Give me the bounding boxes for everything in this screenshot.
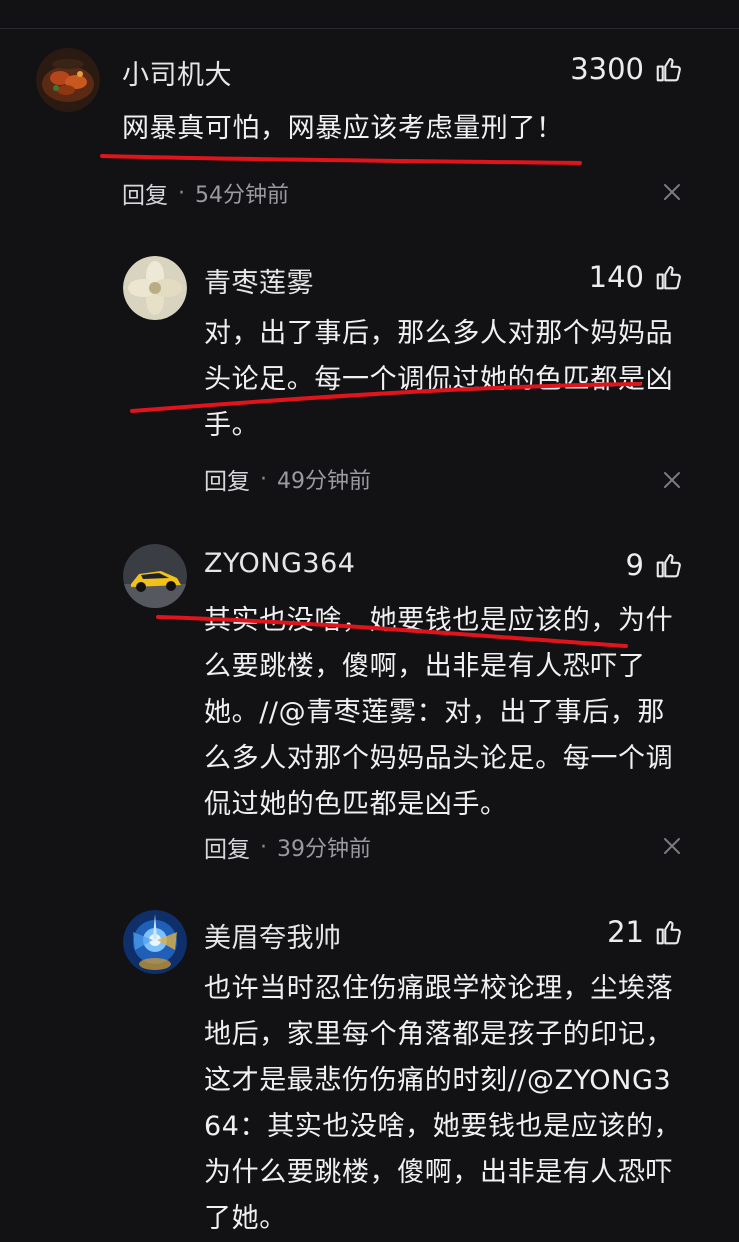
like-button[interactable]: 21 xyxy=(607,915,684,949)
close-button[interactable] xyxy=(661,181,683,203)
timestamp: 49分钟前 xyxy=(277,469,371,494)
comment-text: 其实也没啥，她要钱也是应该的，为什 么要跳楼，傻啊，出非是有人恐吓了 她。//@… xyxy=(204,598,673,828)
avatar-light[interactable] xyxy=(123,910,187,974)
reply-button[interactable]: 回复 xyxy=(122,176,168,210)
close-icon xyxy=(664,838,680,854)
like-count: 9 xyxy=(625,548,644,582)
reply-button[interactable]: 回复 xyxy=(204,830,250,864)
like-button[interactable]: 9 xyxy=(626,548,684,582)
comment-line: 这才是最悲伤伤痛的时刻//@ZYONG3 xyxy=(204,1065,672,1096)
flower-avatar-image xyxy=(123,256,187,320)
thumbs-up-icon xyxy=(656,57,681,82)
username[interactable]: 青枣莲雾 xyxy=(204,261,314,300)
comment-meta: 回复 · 54分钟前 xyxy=(122,176,289,210)
food-avatar-image xyxy=(36,48,100,112)
comment-line: 64：其实也没啥，她要钱也是应该的， xyxy=(204,1111,682,1142)
avatar-car[interactable] xyxy=(123,544,187,608)
light-avatar-image xyxy=(123,910,187,974)
close-icon xyxy=(664,472,680,488)
reply-button[interactable]: 回复 xyxy=(204,462,250,496)
comment-line: 对，出了事后，那么多人对那个妈妈品 xyxy=(204,318,674,349)
separator-dot: · xyxy=(260,466,267,492)
comment-line: 也许当时忍住伤痛跟学校论理，尘埃落 xyxy=(204,973,674,1004)
avatar-food[interactable] xyxy=(36,48,100,112)
username[interactable]: ZYONG364 xyxy=(204,548,355,579)
comment-line: 侃过她的色匹都是凶手。 xyxy=(204,789,508,820)
comment-line: 网暴真可怕，网暴应该考虑量刑了！ xyxy=(122,113,564,144)
timestamp: 54分钟前 xyxy=(195,183,289,208)
top-divider xyxy=(0,28,739,29)
comment-line: 么要跳楼，傻啊，出非是有人恐吓了 xyxy=(204,651,646,682)
comment-line: 为什么要跳楼，傻啊，出非是有人恐吓 xyxy=(204,1157,674,1188)
like-button[interactable]: 140 xyxy=(589,260,684,294)
comment-text: 对，出了事后，那么多人对那个妈妈品 头论足。每一个调侃过她的色匹都是凶 手。 xyxy=(204,311,673,449)
like-count: 3300 xyxy=(570,52,644,86)
close-button[interactable] xyxy=(661,469,683,491)
comment-line: 地后，家里每个角落都是孩子的印记， xyxy=(204,1019,674,1050)
timestamp: 39分钟前 xyxy=(277,837,371,862)
comment-line: 了她。 xyxy=(204,1203,287,1234)
like-count: 21 xyxy=(607,915,644,949)
underline-1 xyxy=(100,154,582,165)
username[interactable]: 美眉夸我帅 xyxy=(204,916,342,955)
comment-text: 网暴真可怕，网暴应该考虑量刑了！ xyxy=(122,106,564,152)
separator-dot: · xyxy=(178,180,185,206)
comment-line: 手。 xyxy=(204,410,260,441)
username[interactable]: 小司机大 xyxy=(122,53,232,92)
comment-meta: 回复 · 39分钟前 xyxy=(204,830,371,864)
avatar-flower[interactable] xyxy=(123,256,187,320)
separator-dot: · xyxy=(260,834,267,860)
thumbs-up-icon xyxy=(656,920,681,945)
comment-line: 头论足。每一个调侃过她的色匹都是凶 xyxy=(204,364,674,395)
comment-line: 其实也没啥，她要钱也是应该的，为什 xyxy=(204,605,674,636)
like-count: 140 xyxy=(588,260,644,294)
comment-line: 她。//@青枣莲雾：对，出了事后，那 xyxy=(204,697,665,728)
like-button[interactable]: 3300 xyxy=(570,52,684,86)
comment-meta: 回复 · 49分钟前 xyxy=(204,462,371,496)
close-icon xyxy=(664,184,680,200)
thumbs-up-icon xyxy=(656,265,681,290)
close-button[interactable] xyxy=(661,835,683,857)
thumbs-up-icon xyxy=(656,553,681,578)
comment-line: 么多人对那个妈妈品头论足。每一个调 xyxy=(204,743,674,774)
car-avatar-image xyxy=(123,544,187,608)
